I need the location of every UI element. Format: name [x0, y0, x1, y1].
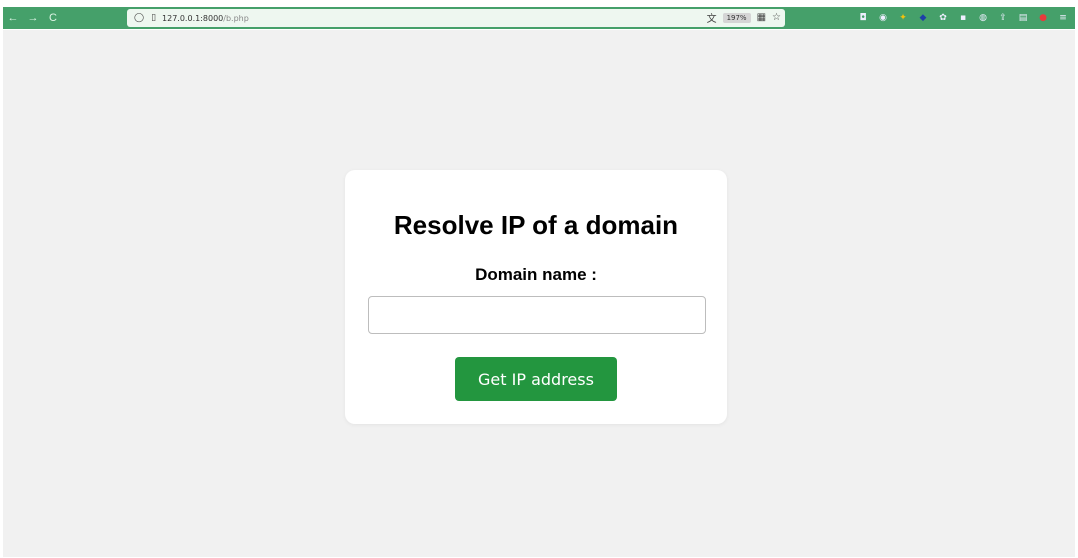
browser-toolbar: ← → C ◯ ▯ 127.0.0.1:8000/b.php 文 197% ▦ … — [3, 7, 1075, 29]
bookmark-star-icon[interactable]: ☆ — [772, 12, 781, 23]
extension-icon-2[interactable]: ◍ — [973, 13, 993, 23]
account-icon[interactable]: ◉ — [873, 13, 893, 23]
extension-icons: ◘ ◉ ✦ ◆ ✿ ▪ ◍ ⇪ ▤ ● ≡ — [853, 7, 1073, 29]
url-path: /b.php — [223, 13, 249, 23]
resolve-card: Resolve IP of a domain Domain name : Get… — [345, 170, 727, 424]
url-bar-actions: 文 197% ▦ ☆ — [707, 10, 781, 25]
extension-icon[interactable]: ✿ — [933, 13, 953, 23]
url-host: 127.0.0.1:8000 — [162, 13, 224, 23]
share-icon[interactable]: ⇪ — [993, 13, 1013, 23]
zoom-badge[interactable]: 197% — [722, 12, 751, 23]
pocket-icon[interactable]: ◘ — [853, 13, 873, 23]
reader-icon[interactable]: ▤ — [1013, 13, 1033, 23]
back-icon[interactable]: ← — [3, 7, 23, 29]
ublock-icon[interactable]: ● — [1033, 13, 1053, 23]
menu-icon[interactable]: ≡ — [1053, 13, 1073, 23]
get-ip-address-button[interactable]: Get IP address — [455, 357, 617, 401]
domain-name-label: Domain name : — [475, 265, 597, 284]
reload-icon[interactable]: C — [43, 7, 63, 29]
address-bar[interactable]: ◯ ▯ 127.0.0.1:8000/b.php 文 197% ▦ ☆ — [127, 9, 785, 27]
shield-icon: ◯ — [134, 13, 145, 23]
blue-extension-icon[interactable]: ◆ — [913, 13, 933, 23]
domain-name-input[interactable] — [368, 296, 706, 334]
translate-icon[interactable]: 文 — [707, 10, 717, 25]
buy-extension-icon[interactable]: ✦ — [893, 13, 913, 23]
grid-icon[interactable]: ▦ — [757, 12, 766, 23]
url-text[interactable]: 127.0.0.1:8000/b.php — [162, 14, 249, 23]
grid-extension-icon[interactable]: ▪ — [953, 13, 973, 23]
page-content: Resolve IP of a domain Domain name : Get… — [3, 30, 1075, 557]
page-title: Resolve IP of a domain — [393, 210, 679, 240]
forward-icon[interactable]: → — [23, 7, 43, 29]
page-icon: ▯ — [151, 13, 157, 23]
